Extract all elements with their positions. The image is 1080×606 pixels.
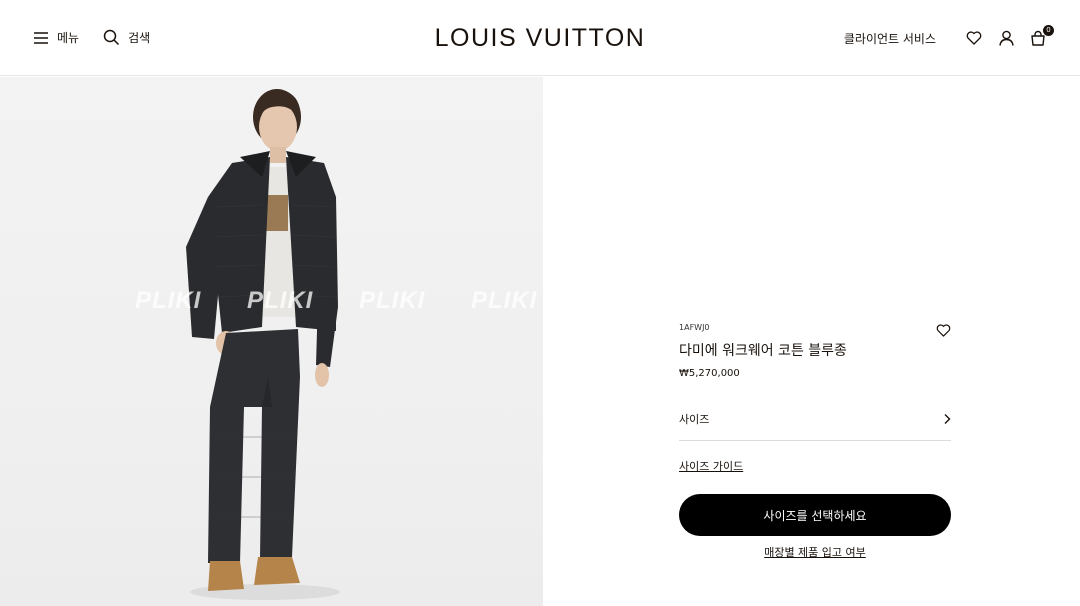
header-right: 클라이언트 서비스 0	[844, 25, 1054, 48]
cart-count-badge: 0	[1043, 25, 1054, 36]
select-size-button[interactable]: 사이즈를 선택하세요	[679, 494, 951, 536]
chevron-right-icon	[944, 414, 951, 424]
add-to-wishlist-button[interactable]	[936, 322, 951, 341]
model-illustration	[186, 89, 340, 600]
client-service-link[interactable]: 클라이언트 서비스	[844, 30, 936, 47]
cart-button[interactable]: 0	[1028, 25, 1054, 48]
product-details: 1AFWJ0 다미에 워크웨어 코튼 블루종 ₩5,270,000 사이즈 사이…	[679, 318, 951, 560]
size-label: 사이즈	[679, 413, 710, 426]
account-button[interactable]	[996, 28, 1016, 48]
wishlist-button[interactable]	[964, 28, 984, 48]
heart-icon	[966, 31, 982, 45]
product-price: ₩5,270,000	[679, 368, 740, 379]
product-image[interactable]: PLIKI PLIKI PLIKI PLIKI PLIKI	[0, 77, 543, 606]
size-selector[interactable]: 사이즈	[679, 411, 951, 441]
image-watermark: PLIKI PLIKI PLIKI PLIKI PLIKI	[135, 287, 543, 314]
product-name: 다미에 워크웨어 코튼 블루종	[679, 343, 847, 359]
user-icon	[998, 30, 1014, 46]
size-guide-link[interactable]: 사이즈 가이드	[679, 458, 743, 474]
site-header: 메뉴 검색 LOUIS VUITTON 클라이언트 서비스 0	[0, 0, 1080, 76]
product-sku: 1AFWJ0	[679, 323, 710, 332]
store-stock-link[interactable]: 매장별 제품 입고 여부	[679, 544, 951, 560]
heart-icon	[936, 324, 951, 337]
